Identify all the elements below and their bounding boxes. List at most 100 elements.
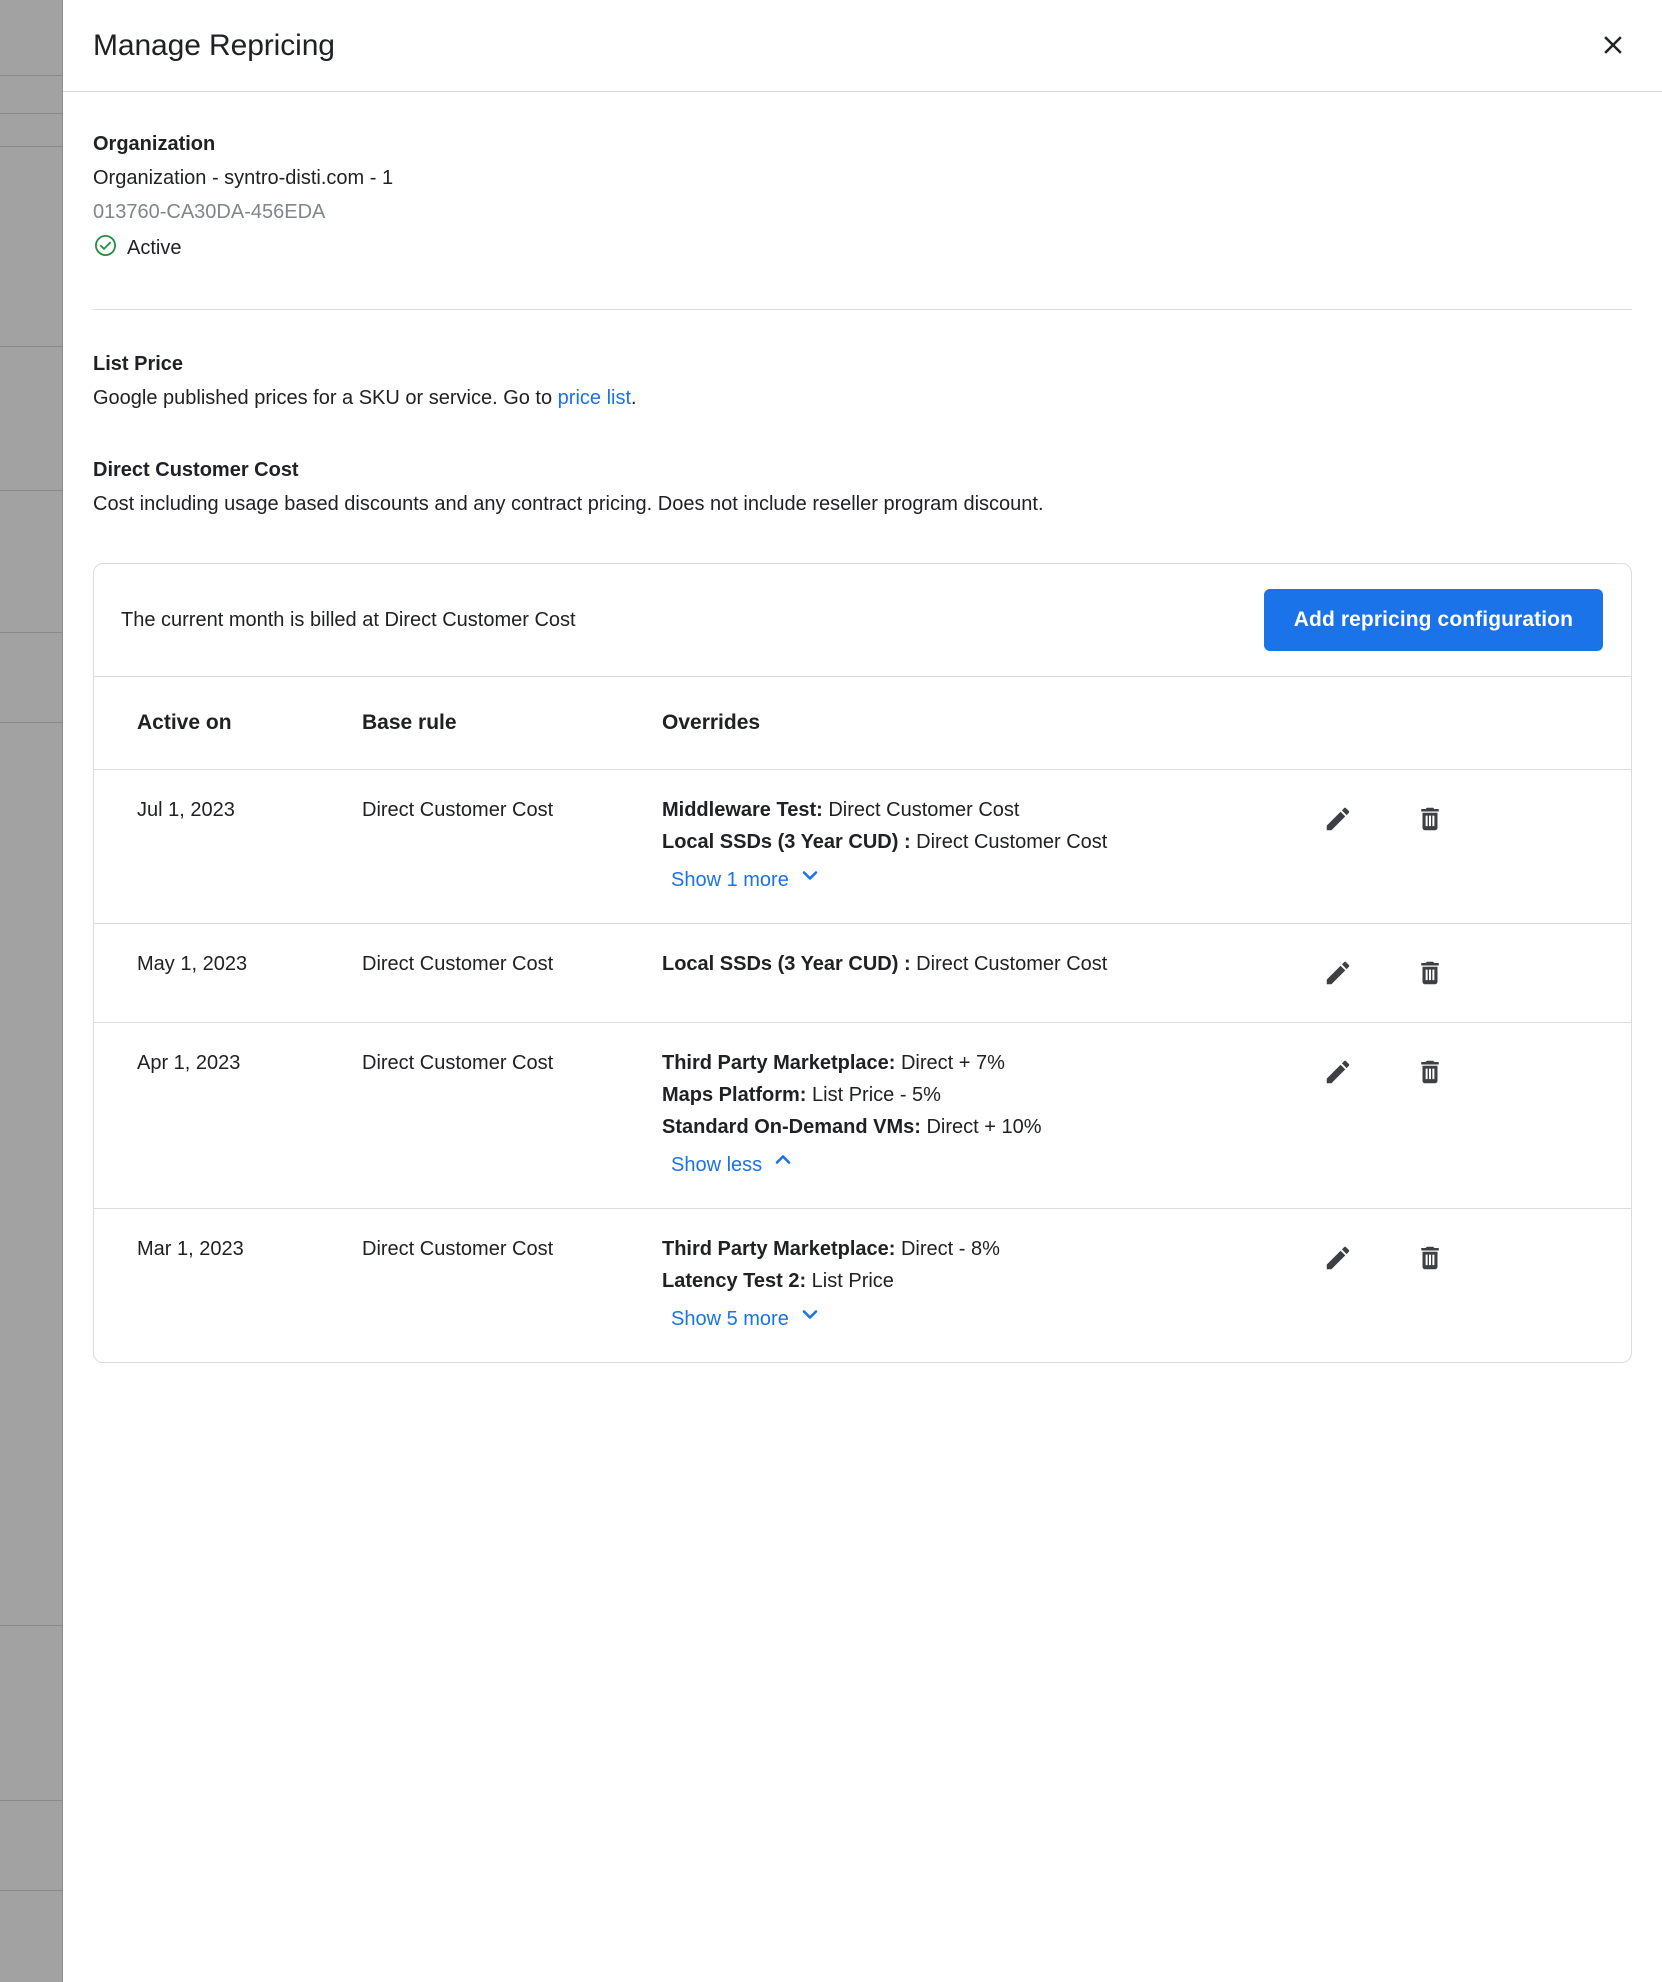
organization-heading: Organization xyxy=(93,128,1632,160)
cell-overrides: Local SSDs (3 Year CUD) : Direct Custome… xyxy=(662,924,1291,1023)
trash-icon[interactable] xyxy=(1407,1235,1453,1281)
override-name: Maps Platform: xyxy=(662,1084,806,1106)
billing-note: The current month is billed at Direct Cu… xyxy=(121,609,576,632)
show-more-toggle[interactable]: Show 5 more xyxy=(671,1302,822,1336)
trash-icon[interactable] xyxy=(1407,950,1453,996)
cell-actions xyxy=(1291,770,1631,924)
pencil-icon[interactable] xyxy=(1315,950,1361,996)
cell-active-on: Mar 1, 2023 xyxy=(94,1209,362,1363)
override-value: Direct Customer Cost xyxy=(911,831,1108,853)
cell-base-rule: Direct Customer Cost xyxy=(362,1209,662,1363)
show-more-toggle[interactable]: Show 1 more xyxy=(671,863,822,897)
override-name: Middleware Test: xyxy=(662,799,823,821)
list-price-desc-before: Google published prices for a SKU or ser… xyxy=(93,387,558,409)
list-price-heading: List Price xyxy=(93,348,1632,380)
check-circle-icon xyxy=(93,233,118,263)
table-row: May 1, 2023Direct Customer CostLocal SSD… xyxy=(94,924,1631,1023)
override-line: Local SSDs (3 Year CUD) : Direct Custome… xyxy=(662,826,1291,858)
row-actions xyxy=(1291,1233,1631,1281)
chevron-down-icon xyxy=(798,1302,822,1336)
organization-name: Organization - syntro-disti.com - 1 xyxy=(93,162,1632,194)
cell-actions xyxy=(1291,1209,1631,1363)
table-row: Apr 1, 2023Direct Customer CostThird Par… xyxy=(94,1023,1631,1209)
override-line: Third Party Marketplace: Direct - 8% xyxy=(662,1233,1291,1265)
dialog-header: Manage Repricing xyxy=(63,0,1662,92)
table-header-row: Active on Base rule Overrides xyxy=(94,677,1631,770)
cell-base-rule: Direct Customer Cost xyxy=(362,924,662,1023)
manage-repricing-dialog: Manage Repricing Organization Organizati… xyxy=(63,0,1662,1982)
override-value: Direct Customer Cost xyxy=(911,953,1108,975)
price-list-link[interactable]: price list xyxy=(558,387,631,409)
backdrop-divider xyxy=(0,146,63,147)
override-name: Local SSDs (3 Year CUD) : xyxy=(662,953,911,975)
section-divider xyxy=(93,309,1632,310)
row-actions xyxy=(1291,794,1631,842)
column-header-active-on: Active on xyxy=(94,677,362,770)
page-title: Manage Repricing xyxy=(93,29,335,63)
column-header-overrides: Overrides xyxy=(662,677,1291,770)
screen: Manage Repricing Organization Organizati… xyxy=(0,0,1662,1982)
override-name: Local SSDs (3 Year CUD) : xyxy=(662,831,911,853)
list-price-description: Google published prices for a SKU or ser… xyxy=(93,382,1632,414)
table-body: Jul 1, 2023Direct Customer CostMiddlewar… xyxy=(94,770,1631,1363)
cell-active-on: May 1, 2023 xyxy=(94,924,362,1023)
show-more-label: Show 1 more xyxy=(671,864,789,896)
override-line: Maps Platform: List Price - 5% xyxy=(662,1079,1291,1111)
direct-customer-cost-section: Direct Customer Cost Cost including usag… xyxy=(93,454,1632,520)
backdrop-divider xyxy=(0,1800,63,1801)
backdrop-divider xyxy=(0,113,63,114)
table-header: Active on Base rule Overrides xyxy=(94,677,1631,770)
cell-active-on: Apr 1, 2023 xyxy=(94,1023,362,1209)
override-line: Local SSDs (3 Year CUD) : Direct Custome… xyxy=(662,948,1291,980)
direct-customer-cost-heading: Direct Customer Cost xyxy=(93,454,1632,486)
backdrop-divider xyxy=(0,1890,63,1891)
backdrop-divider xyxy=(0,346,63,347)
override-line: Latency Test 2: List Price xyxy=(662,1265,1291,1297)
column-header-actions xyxy=(1291,677,1631,770)
cell-active-on: Jul 1, 2023 xyxy=(94,770,362,924)
show-more-label: Show 5 more xyxy=(671,1303,789,1335)
card-header: The current month is billed at Direct Cu… xyxy=(94,564,1631,677)
page-backdrop xyxy=(0,0,63,1982)
override-value: Direct - 8% xyxy=(895,1238,999,1260)
row-actions xyxy=(1291,1047,1631,1095)
override-line: Third Party Marketplace: Direct + 7% xyxy=(662,1047,1291,1079)
backdrop-divider xyxy=(0,490,63,491)
table-row: Mar 1, 2023Direct Customer CostThird Par… xyxy=(94,1209,1631,1363)
cell-actions xyxy=(1291,1023,1631,1209)
pencil-icon[interactable] xyxy=(1315,1235,1361,1281)
chevron-up-icon xyxy=(771,1148,795,1182)
cell-overrides: Third Party Marketplace: Direct - 8%Late… xyxy=(662,1209,1291,1363)
cell-actions xyxy=(1291,924,1631,1023)
organization-id: 013760-CA30DA-456EDA xyxy=(93,196,1632,228)
override-value: List Price xyxy=(806,1270,894,1292)
backdrop-divider xyxy=(0,1625,63,1626)
backdrop-divider xyxy=(0,75,63,76)
override-line: Standard On-Demand VMs: Direct + 10% xyxy=(662,1111,1291,1143)
override-name: Standard On-Demand VMs: xyxy=(662,1116,921,1138)
organization-section: Organization Organization - syntro-disti… xyxy=(93,92,1632,263)
backdrop-divider xyxy=(0,722,63,723)
override-value: List Price - 5% xyxy=(806,1084,940,1106)
trash-icon[interactable] xyxy=(1407,1049,1453,1095)
pencil-icon[interactable] xyxy=(1315,796,1361,842)
pencil-icon[interactable] xyxy=(1315,1049,1361,1095)
backdrop-divider xyxy=(0,632,63,633)
cell-overrides: Third Party Marketplace: Direct + 7%Maps… xyxy=(662,1023,1291,1209)
override-value: Direct Customer Cost xyxy=(823,799,1020,821)
list-price-desc-after: . xyxy=(631,387,637,409)
chevron-down-icon xyxy=(798,863,822,897)
override-name: Latency Test 2: xyxy=(662,1270,806,1292)
table-row: Jul 1, 2023Direct Customer CostMiddlewar… xyxy=(94,770,1631,924)
add-repricing-configuration-button[interactable]: Add repricing configuration xyxy=(1264,589,1603,651)
override-line: Middleware Test: Direct Customer Cost xyxy=(662,794,1291,826)
row-actions xyxy=(1291,948,1631,996)
show-more-toggle[interactable]: Show less xyxy=(671,1148,795,1182)
dialog-body: Organization Organization - syntro-disti… xyxy=(63,92,1662,1982)
cell-overrides: Middleware Test: Direct Customer CostLoc… xyxy=(662,770,1291,924)
override-name: Third Party Marketplace: xyxy=(662,1238,895,1260)
trash-icon[interactable] xyxy=(1407,796,1453,842)
cell-base-rule: Direct Customer Cost xyxy=(362,1023,662,1209)
override-name: Third Party Marketplace: xyxy=(662,1052,895,1074)
close-icon[interactable] xyxy=(1586,18,1640,72)
